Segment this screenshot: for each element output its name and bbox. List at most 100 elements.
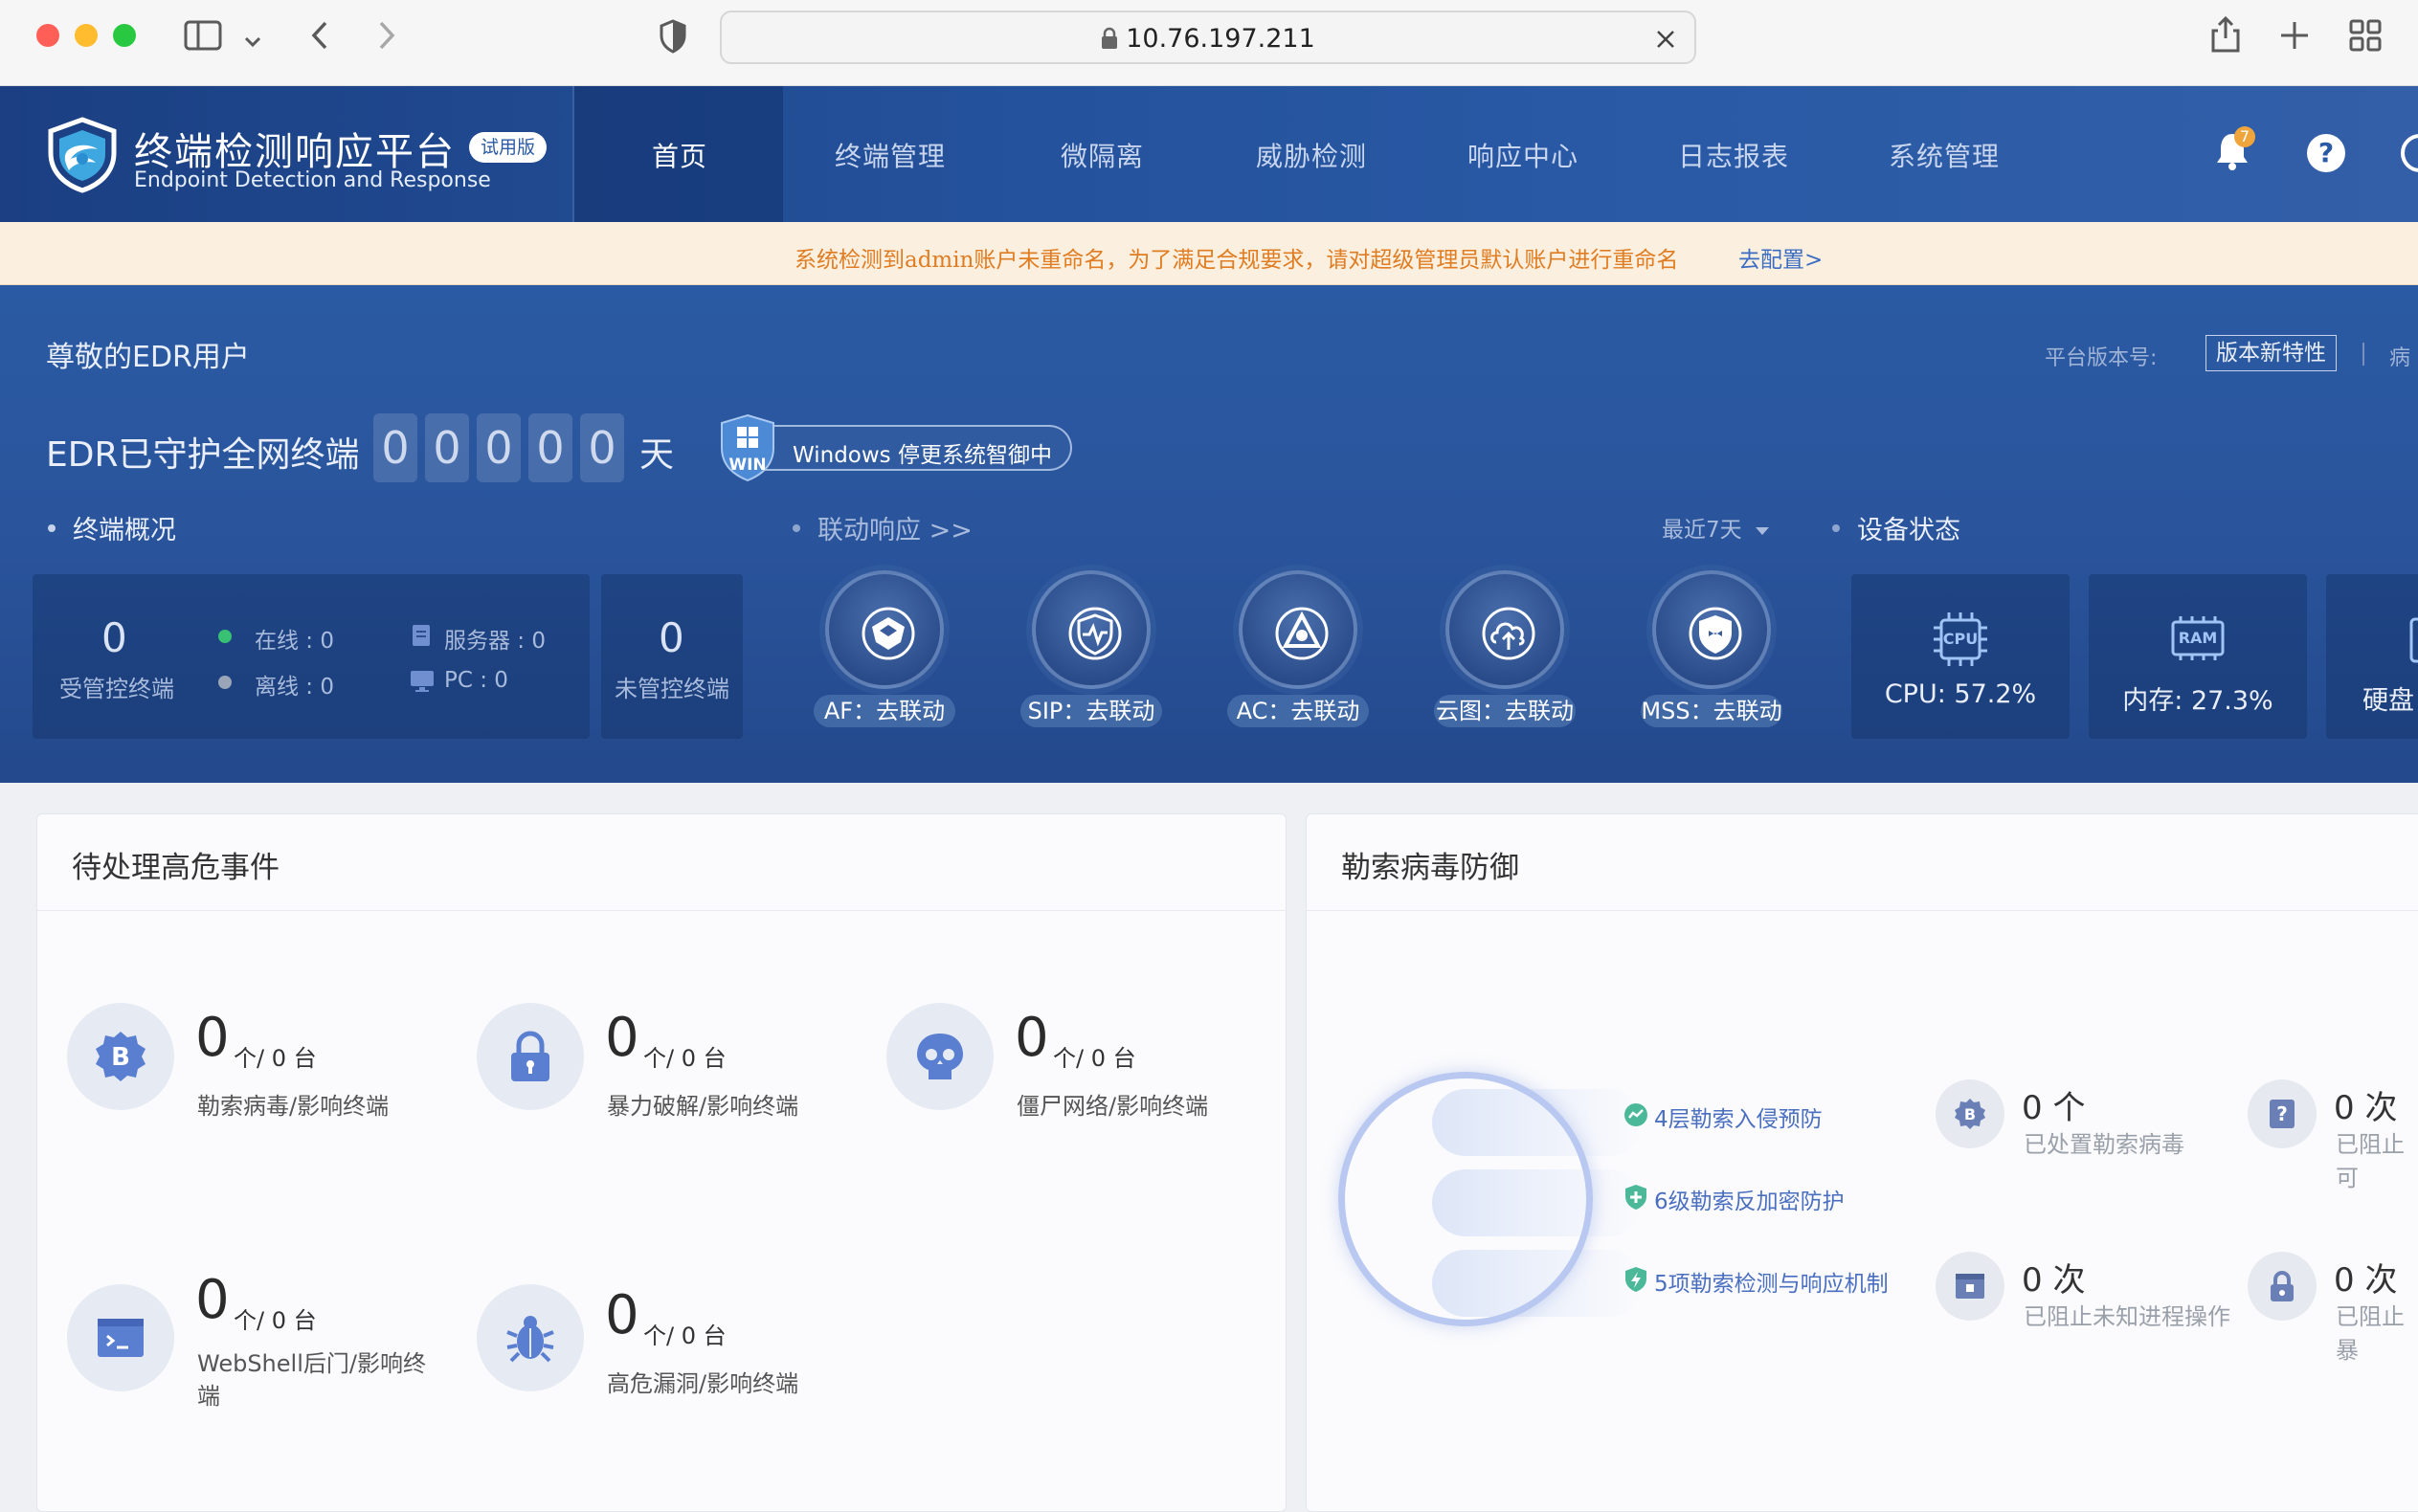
trial-badge: 试用版 [469,132,548,163]
webshell-label: WebShell后门/影响终端 [197,1350,426,1410]
linkage-heading[interactable]: 联动响应 >> [793,509,973,546]
chevron-down-icon[interactable] [243,25,262,57]
cpu-usage: CPU: 57.2% [1884,679,2037,709]
skull-botnet-icon[interactable] [886,1003,994,1110]
memory-card[interactable]: RAM 内存: 27.3% [2089,574,2307,739]
pc-count: PC : 0 [444,668,508,693]
ransomware-unit: 个/ 0 台 [234,1045,317,1072]
new-tab-icon[interactable] [2278,19,2311,57]
version-divider [2362,343,2364,366]
close-window-button[interactable] [36,24,59,47]
clear-url-icon[interactable] [1654,24,1677,56]
nav-endpoint-management[interactable]: 终端管理 [835,136,946,174]
ransomware-panel-title: 勒索病毒防御 [1341,851,1519,885]
af-linkage-icon[interactable] [825,570,944,689]
vulnerability-label: 高危漏洞/影响终端 [607,1370,799,1397]
version-features-button[interactable]: 版本新特性 [2205,335,2337,371]
windows-badge-text: Windows 停更系统智御中 [793,443,1052,468]
app-header: 终端检测响应平台 Endpoint Detection and Response… [0,86,2418,222]
vulnerability-unit: 个/ 0 台 [643,1323,727,1349]
online-count: 在线 : 0 [255,629,335,654]
bitcoin-ransomware-icon[interactable]: B [67,1003,174,1110]
managed-label: 受管控终端 [59,676,174,702]
nav-system-management[interactable]: 系统管理 [1889,136,2000,174]
minimize-window-button[interactable] [75,24,98,47]
events-panel-divider [37,910,1287,911]
ac-linkage-icon[interactable] [1239,570,1357,689]
sip-linkage-button[interactable]: SIP：去联动 [1020,695,1162,727]
bullet-icon [793,523,800,532]
nav-micro-segmentation[interactable]: 微隔离 [1061,136,1144,174]
handled-ransomware-label: 已处置勒索病毒 [2024,1131,2184,1158]
feature-intrusion-prevention[interactable]: 4层勒索入侵预防 [1623,1101,1823,1133]
feature-anti-encryption[interactable]: 6级勒索反加密防护 [1623,1183,1845,1215]
disk-icon [2408,616,2418,668]
sip-linkage-icon[interactable] [1032,570,1151,689]
linkage-range-select[interactable]: 最近7天 [1662,511,1769,544]
ac-linkage-button[interactable]: AC：去联动 [1227,695,1369,727]
cloud-linkage-button[interactable]: 云图：去联动 [1434,695,1576,727]
cloud-linkage-icon[interactable] [1445,570,1564,689]
feature-detection-response[interactable]: 5项勒索检测与响应机制 [1623,1265,1889,1298]
nav-threat-detection[interactable]: 威胁检测 [1256,136,1367,174]
guard-text: EDR已守护全网终端 [46,435,360,475]
nav-response-center[interactable]: 响应中心 [1467,136,1578,174]
memory-usage: 内存: 27.3% [2122,686,2273,716]
lock-bruteforce-icon[interactable] [477,1003,584,1110]
mss-linkage-button[interactable]: MSS：去联动 [1641,695,1782,727]
tab-overview-icon[interactable] [2349,19,2382,57]
pc-icon [410,670,435,697]
managed-endpoints-card[interactable]: 0 受管控终端 在线 : 0 离线 : 0 服务器 : 0 PC : 0 [33,574,590,739]
af-linkage-button[interactable]: AF：去联动 [814,695,955,727]
notification-count-badge: 7 [2234,126,2255,147]
terminal-webshell-icon[interactable] [67,1284,174,1391]
sidebar-toggle-icon[interactable] [184,19,222,57]
notice-config-link[interactable]: 去配置> [1738,241,1823,274]
nav-log-reports[interactable]: 日志报表 [1678,136,1789,174]
days-digit: 0 [373,413,417,482]
shield-plus-icon [1623,1184,1648,1214]
bruteforce-count: 0 [605,1007,639,1069]
forward-icon[interactable] [373,19,400,57]
handled-ransomware-count: 0 个 [2022,1089,2086,1127]
unmanaged-count: 0 [659,614,684,661]
mss-linkage-icon[interactable] [1652,570,1771,689]
defense-layers-graphic [1336,1070,1643,1328]
user-avatar-icon[interactable] [2401,134,2418,172]
shield-privacy-icon[interactable] [659,19,687,59]
address-bar[interactable]: 10.76.197.211 [720,11,1696,64]
bitcoin-icon: B [1936,1079,2004,1148]
browser-toolbar: 10.76.197.211 [0,0,2418,86]
ransomware-panel-divider [1307,910,2418,911]
padlock-icon [2248,1252,2317,1321]
vulnerability-count: 0 [605,1284,639,1346]
days-digit: 0 [580,413,624,482]
svg-text:B: B [1964,1105,1976,1123]
webshell-unit: 个/ 0 台 [234,1307,317,1334]
bolt-shield-icon [1623,1266,1648,1297]
notice-bar: 系统检测到admin账户未重命名，为了满足合规要求，请对超级管理员默认账户进行重… [0,222,2418,285]
greeting: 尊敬的EDR用户 [46,341,250,374]
days-digit: 0 [477,413,521,482]
windows-protection-badge[interactable]: Windows 停更系统智御中 [728,425,1072,471]
windows-shield-icon: WIN [718,413,777,486]
blocked-label-a: 已阻止可 [2336,1131,2405,1191]
notice-text: 系统检测到admin账户未重命名，为了满足合规要求，请对超级管理员默认账户进行重… [795,248,1679,273]
nav-home[interactable]: 首页 [652,136,707,174]
device-heading: 设备状态 [1832,509,1960,546]
offline-count: 离线 : 0 [255,675,335,700]
svg-text:B: B [111,1043,130,1072]
unmanaged-endpoints-card[interactable]: 0 未管控终端 [601,574,743,739]
brand-separator [572,86,574,222]
help-icon-glyph: ? [2317,137,2335,168]
back-icon[interactable] [306,19,333,57]
cpu-card[interactable]: CPU CPU: 57.2% [1851,574,2070,739]
overview-heading: 终端概况 [48,509,176,546]
server-icon [412,624,431,651]
botnet-unit: 个/ 0 台 [1053,1045,1136,1072]
help-icon[interactable]: ? [2307,134,2345,172]
maximize-window-button[interactable] [113,24,136,47]
disk-card[interactable]: 硬盘 [2326,574,2418,739]
share-icon[interactable] [2209,15,2242,59]
bug-vulnerability-icon[interactable] [477,1284,584,1391]
